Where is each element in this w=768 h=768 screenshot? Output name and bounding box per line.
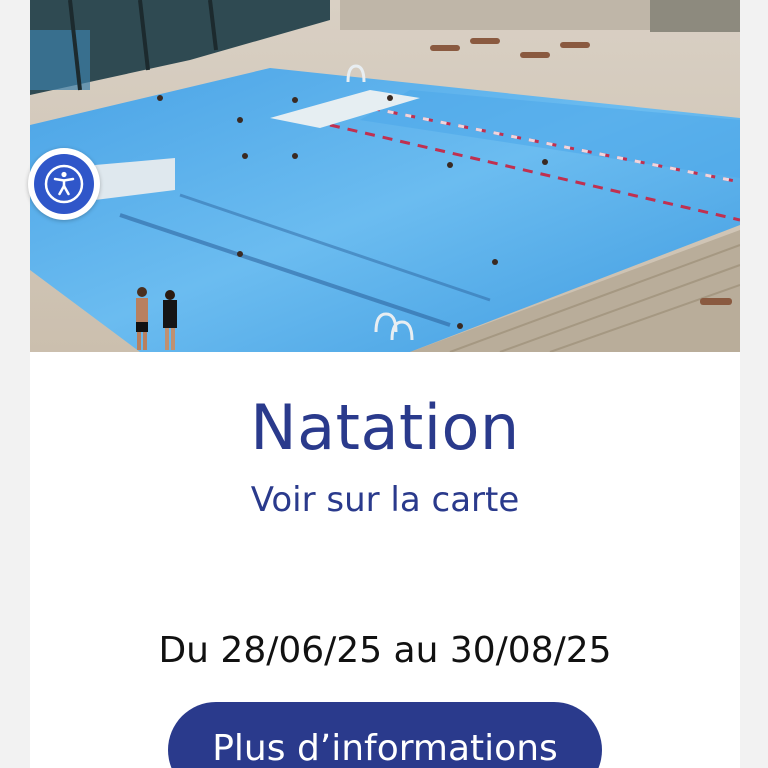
pool-photo [30,0,740,352]
activity-dates: Du 28/06/25 au 30/08/25 [158,630,612,671]
view-on-map-link[interactable]: Voir sur la carte [30,480,740,520]
accessibility-button[interactable] [28,148,100,220]
hero-image-pool [30,0,740,352]
activity-title: Natation [250,391,520,464]
more-information-button[interactable]: Plus d’informations [168,702,602,768]
page: Natation Voir sur la carte Du 28/06/25 a… [0,0,768,768]
accessibility-person-icon [44,164,84,204]
activity-card: Natation Voir sur la carte Du 28/06/25 a… [30,0,740,768]
